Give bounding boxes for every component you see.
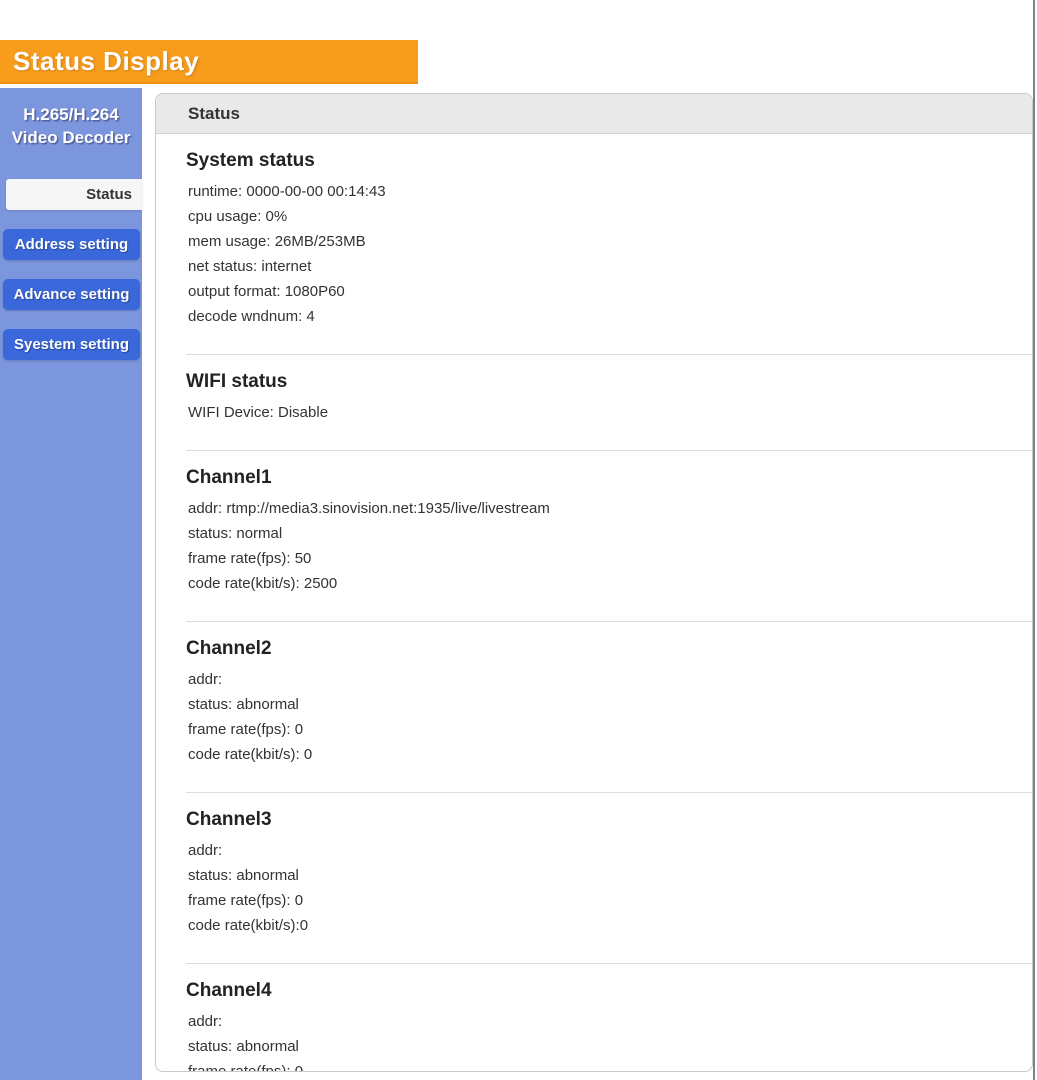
status-line: frame rate(fps): 0 [186, 1059, 1032, 1072]
status-line: code rate(kbit/s): 0 [186, 742, 1032, 767]
section-channel4: Channel4 addr:status: abnormalframe rate(… [186, 963, 1032, 1072]
status-line: frame rate(fps): 0 [186, 717, 1032, 742]
device-title: H.265/H.264 Video Decoder [0, 88, 142, 149]
section-wifi-status: WIFI status WIFI Device: Disable [186, 354, 1032, 450]
status-line: addr: [186, 838, 1032, 863]
status-line: code rate(kbit/s):0 [186, 913, 1032, 938]
status-line: status: abnormal [186, 863, 1032, 888]
status-line: addr: rtmp://media3.sinovision.net:1935/… [186, 496, 1032, 521]
device-title-line2: Video Decoder [0, 126, 142, 149]
status-line: net status: internet [186, 254, 1032, 279]
sidebar-item-advance-setting[interactable]: Advance setting [3, 279, 140, 310]
status-line: cpu usage: 0% [186, 204, 1032, 229]
status-line: status: normal [186, 521, 1032, 546]
sidebar: H.265/H.264 Video Decoder Status Address … [0, 88, 142, 1080]
sidebar-menu: Status Address setting Advance setting Syes… [0, 179, 142, 360]
section-heading: Channel2 [186, 638, 1032, 660]
section-channel2: Channel2 addr:status: abnormalframe rate(… [186, 621, 1032, 792]
section-heading: Channel3 [186, 809, 1032, 831]
status-line: runtime: 0000-00-00 00:14:43 [186, 179, 1032, 204]
section-heading: WIFI status [186, 371, 1032, 393]
status-line: code rate(kbit/s): 2500 [186, 571, 1032, 596]
sidebar-item-status[interactable]: Status [6, 179, 142, 210]
status-line: addr: [186, 1009, 1032, 1034]
status-line: mem usage: 26MB/253MB [186, 229, 1032, 254]
panel-body: System status runtime: 0000-00-00 00:14:4… [156, 134, 1032, 1072]
status-line: frame rate(fps): 0 [186, 888, 1032, 913]
status-line: output format: 1080P60 [186, 279, 1032, 304]
section-channel3: Channel3 addr:status: abnormalframe rate(… [186, 792, 1032, 963]
section-channel1: Channel1 addr: rtmp://media3.sinovision.n… [186, 450, 1032, 621]
status-line: frame rate(fps): 50 [186, 546, 1032, 571]
status-line: addr: [186, 667, 1032, 692]
status-line: status: abnormal [186, 1034, 1032, 1059]
panel-header: Status [156, 94, 1032, 134]
page-banner: Status Display [0, 40, 418, 84]
sidebar-item-syestem-setting[interactable]: Syestem setting [3, 329, 140, 360]
status-line: status: abnormal [186, 692, 1032, 717]
status-line: WIFI Device: Disable [186, 400, 1032, 425]
status-panel: Status System status runtime: 0000-00-00 … [155, 93, 1033, 1072]
page-title: Status Display [0, 46, 199, 77]
status-line: decode wndnum: 4 [186, 304, 1032, 329]
section-heading: Channel1 [186, 467, 1032, 489]
section-system-status: System status runtime: 0000-00-00 00:14:4… [186, 134, 1032, 354]
device-title-line1: H.265/H.264 [0, 103, 142, 126]
section-heading: Channel4 [186, 980, 1032, 1002]
sidebar-item-address-setting[interactable]: Address setting [3, 229, 140, 260]
window-edge-line [1033, 0, 1035, 1080]
section-heading: System status [186, 150, 1032, 172]
